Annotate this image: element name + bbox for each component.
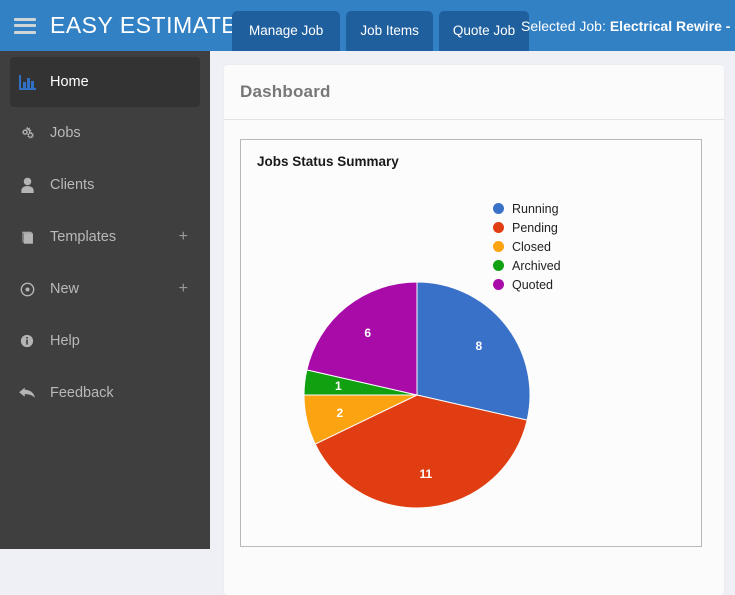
add-new-button[interactable]: + [179,281,188,297]
sidebar-item-label-feedback: Feedback [50,385,114,401]
sidebar-item-label-help: Help [50,333,80,349]
pie-canvas [241,169,701,539]
selected-job-value: Electrical Rewire - 17 [610,18,735,34]
hamburger-icon[interactable] [14,18,36,34]
legend-swatch-icon [493,203,504,214]
legend-swatch-icon [493,260,504,271]
top-bar: EASY ESTIMATE Manage Job Job Items Quote… [0,0,735,51]
selected-job: Selected Job: Electrical Rewire - 17 [521,0,735,51]
tab-manage-job[interactable]: Manage Job [232,11,340,51]
sidebar-item-home[interactable]: Home [10,57,200,107]
legend-label: Quoted [512,278,553,292]
legend-label: Pending [512,221,558,235]
add-template-button[interactable]: + [179,229,188,245]
selected-job-label: Selected Job: [521,18,606,34]
chart-card: Jobs Status Summary Running Pending Closed… [240,139,702,547]
legend-item-archived[interactable]: Archived [493,256,561,275]
legend-item-quoted[interactable]: Quoted [493,275,561,294]
tab-quote-job[interactable]: Quote Job [439,11,529,51]
sidebar-item-templates[interactable]: Templates + [0,211,210,263]
sidebar-item-label-new: New [50,281,79,297]
sidebar-item-label-jobs: Jobs [50,125,81,141]
sidebar-item-label-templates: Templates [50,229,116,245]
sidebar-item-new[interactable]: New + [0,263,210,315]
chart-title: Jobs Status Summary [241,140,701,169]
chart-legend: Running Pending Closed Archived Quoted [493,199,561,294]
dashboard-panel: Dashboard Jobs Status Summary Running Pen… [224,65,724,595]
tab-job-items[interactable]: Job Items [346,11,433,51]
app-title: EASY ESTIMATE [50,12,237,39]
legend-swatch-icon [493,279,504,290]
legend-label: Archived [512,259,561,273]
divider [224,119,724,120]
legend-swatch-icon [493,241,504,252]
info-icon [14,333,40,349]
main-tabs: Manage Job Job Items Quote Job [232,11,529,51]
pie-svg [241,169,701,539]
gears-icon [14,124,40,142]
pie-chart: RunningPendingClosedArchivedQuoted 81121… [241,169,701,539]
brand-zone: EASY ESTIMATE [0,0,224,51]
sidebar-item-label-home: Home [50,74,89,90]
bar-chart-icon [14,75,40,90]
legend-label: Closed [512,240,551,254]
sidebar-item-label-clients: Clients [50,177,94,193]
sidebar: Home Jobs Clients [0,51,210,549]
legend-item-closed[interactable]: Closed [493,237,561,256]
sidebar-item-jobs[interactable]: Jobs [0,107,210,159]
reply-arrow-icon [14,385,40,401]
main-content: Dashboard Jobs Status Summary Running Pen… [210,51,735,549]
sidebar-item-clients[interactable]: Clients [0,159,210,211]
app-root: EASY ESTIMATE Manage Job Job Items Quote… [0,0,735,549]
sidebar-item-help[interactable]: Help [0,315,210,367]
user-icon [14,177,40,194]
legend-label: Running [512,202,559,216]
legend-item-pending[interactable]: Pending [493,218,561,237]
sidebar-item-feedback[interactable]: Feedback [0,367,210,419]
book-icon [14,229,40,246]
legend-swatch-icon [493,222,504,233]
page-title: Dashboard [224,65,724,102]
circle-dot-icon [14,281,40,298]
legend-item-running[interactable]: Running [493,199,561,218]
